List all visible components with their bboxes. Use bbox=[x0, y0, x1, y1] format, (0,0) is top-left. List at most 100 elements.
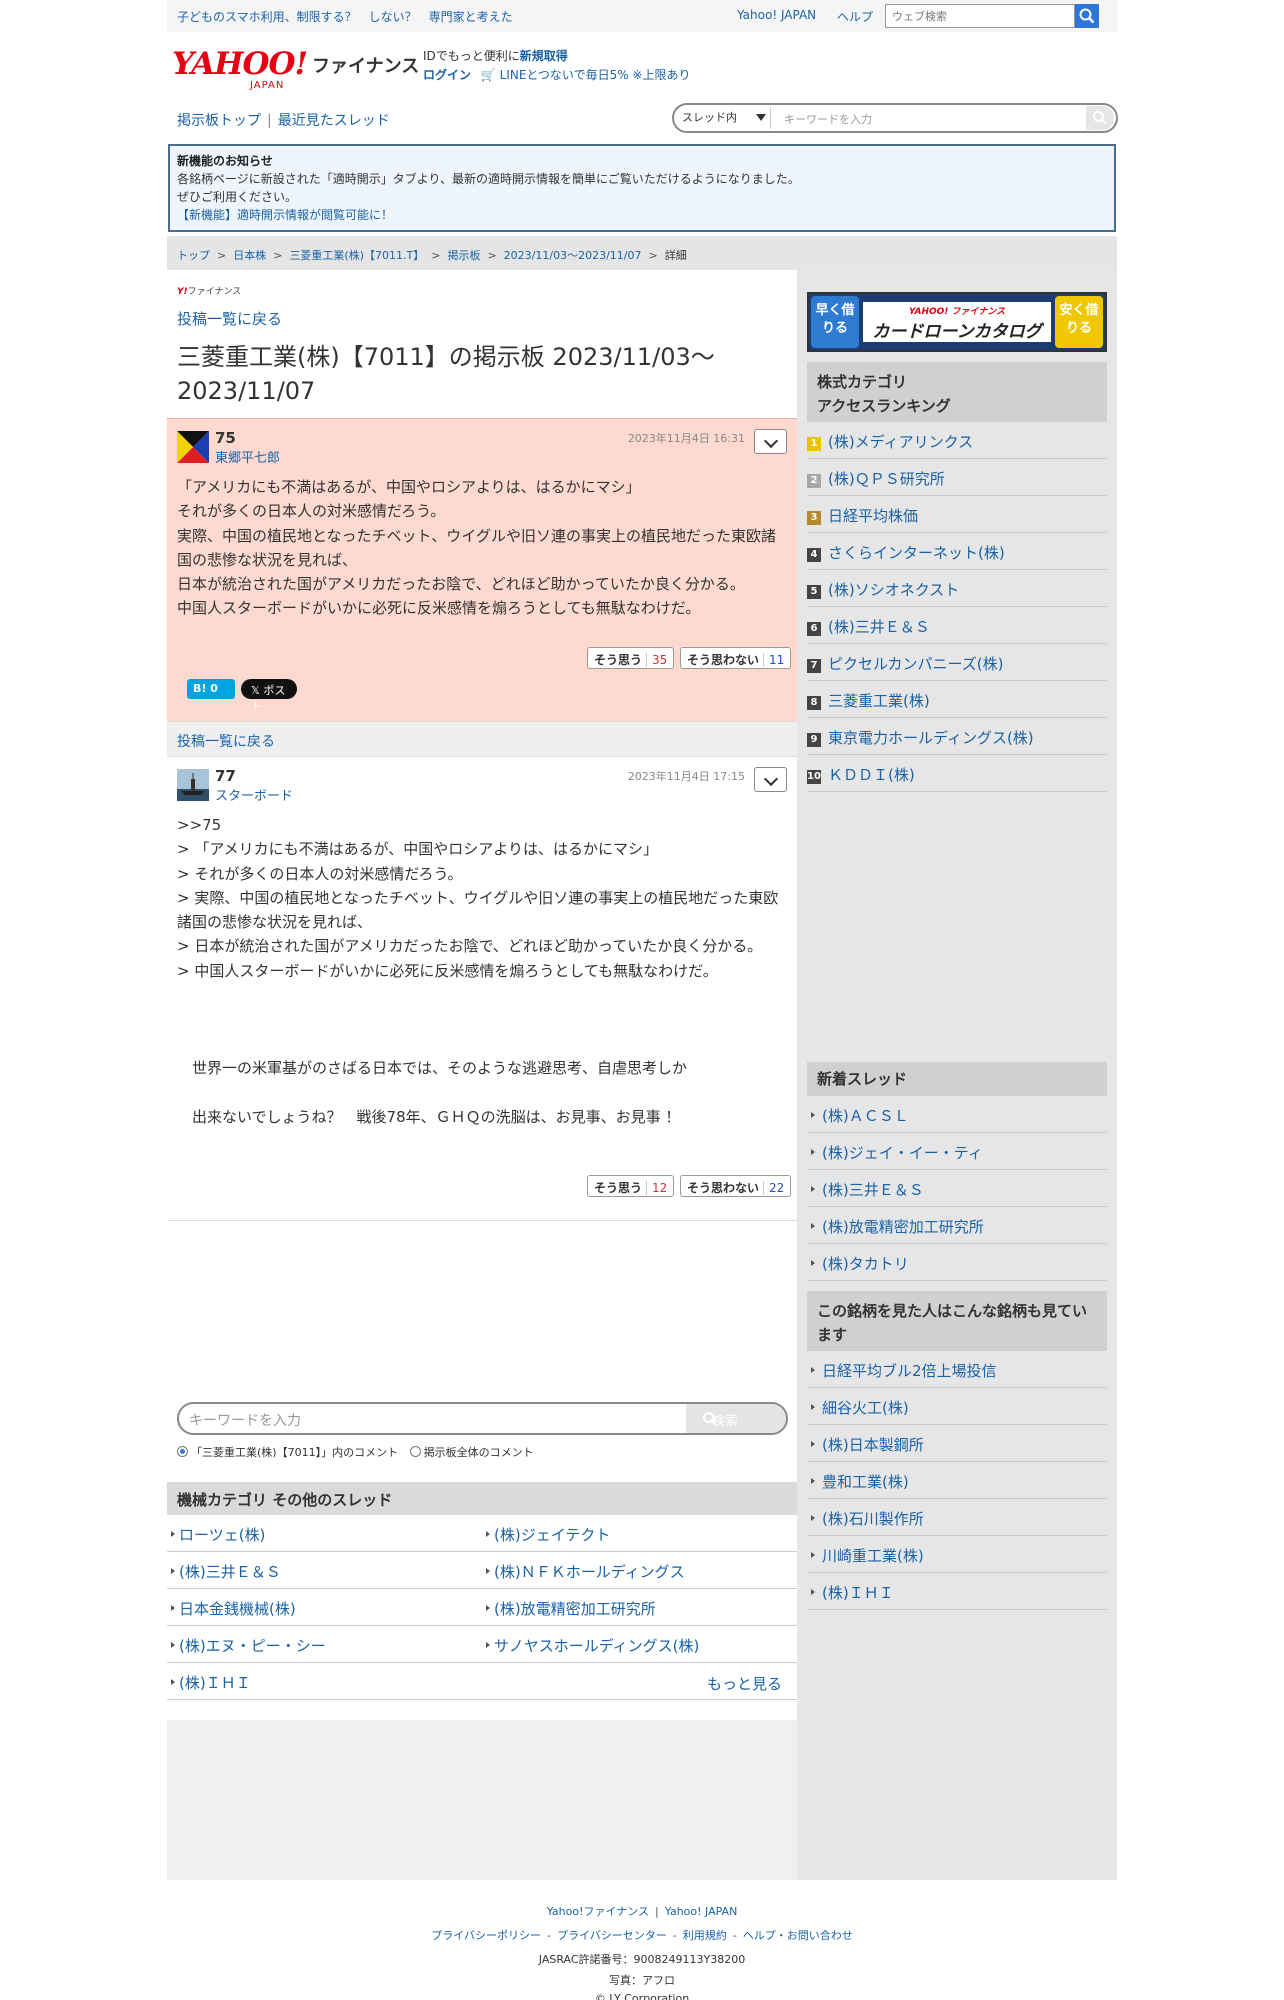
breadcrumb-stock[interactable]: 三菱重工業(株)【7011.T】 bbox=[289, 249, 424, 262]
hatena-bookmark-button[interactable]: B! 0 bbox=[187, 679, 235, 699]
small-logo-text: ファイナンス bbox=[187, 287, 242, 297]
disagree-button[interactable]: そう思わない 11 bbox=[680, 647, 792, 669]
back-to-list-link-2[interactable]: 投稿一覧に戻る bbox=[177, 734, 275, 750]
post-menu-button[interactable] bbox=[754, 767, 787, 792]
ranking-item[interactable]: 1 (株)メディアリンクス bbox=[807, 422, 1107, 459]
new-thread-link[interactable]: (株)タカトリ bbox=[807, 1244, 1107, 1281]
yahoo-finance-logo[interactable]: YAHOO! JAPAN ファイナンス bbox=[172, 46, 419, 91]
breadcrumb-top[interactable]: トップ bbox=[177, 249, 210, 262]
rank-number: 9 bbox=[807, 733, 821, 747]
thread-search-input[interactable]: キーワードを入力 bbox=[784, 111, 872, 127]
post-user[interactable]: 東郷平七郎 bbox=[215, 447, 280, 466]
ranking-item[interactable]: 10 ＫＤＤＩ(株) bbox=[807, 755, 1107, 792]
also-viewed-link[interactable]: (株)日本製鋼所 bbox=[807, 1425, 1107, 1462]
rank-number: 1 bbox=[807, 437, 821, 451]
other-thread-link[interactable]: (株)ＮＦＫホールディングス bbox=[482, 1552, 797, 1589]
help-link[interactable]: ヘルプ bbox=[837, 8, 873, 25]
more-link[interactable]: もっと見る bbox=[707, 1673, 782, 1694]
other-thread-link[interactable]: 日本金銭機械(株) bbox=[167, 1589, 482, 1626]
chevron-down-icon bbox=[756, 114, 766, 121]
search-scope-select[interactable]: スレッド内 bbox=[682, 109, 737, 125]
also-viewed-link[interactable]: 日経平均ブル2倍上場投信 bbox=[807, 1351, 1107, 1388]
page-title: 三菱重工業(株)【7011】の掲示板 2023/11/03〜2023/11/07 bbox=[177, 343, 715, 405]
ranking-item[interactable]: 7 ピクセルカンパニーズ(株) bbox=[807, 644, 1107, 681]
ranking-item[interactable]: 6 (株)三井Ｅ＆Ｓ bbox=[807, 607, 1107, 644]
board-top-link[interactable]: 掲示板トップ bbox=[177, 113, 261, 129]
breadcrumb-board[interactable]: 掲示板 bbox=[447, 249, 480, 262]
promo-link[interactable]: 子どものスマホ利用、制限する？ しない？ 専門家と考えた bbox=[177, 8, 513, 25]
post-menu-button[interactable] bbox=[754, 429, 787, 454]
ranking-item[interactable]: 8 三菱重工業(株) bbox=[807, 681, 1107, 718]
radio-all-boards[interactable] bbox=[409, 1446, 421, 1457]
ranking-item[interactable]: 3 日経平均株価 bbox=[807, 496, 1107, 533]
ranking-title-1: 株式カテゴリ bbox=[817, 373, 908, 391]
footer-help-link[interactable]: ヘルプ・お問い合わせ bbox=[743, 1929, 853, 1942]
breadcrumb-jp-stocks[interactable]: 日本株 bbox=[233, 249, 266, 262]
comment-search-button[interactable]: 検索 bbox=[686, 1404, 786, 1433]
other-thread-link[interactable]: (株)三井Ｅ＆Ｓ bbox=[167, 1552, 482, 1589]
agree-label: そう思う bbox=[594, 653, 643, 667]
top-bar: 子どものスマホ利用、制限する？ しない？ 専門家と考えた Yahoo! JAPA… bbox=[167, 0, 1117, 32]
radio-this-stock[interactable] bbox=[177, 1446, 188, 1457]
avatar bbox=[177, 431, 209, 463]
ranking-item[interactable]: 5 (株)ソシオネクスト bbox=[807, 570, 1107, 607]
footer-jasrac: JASRAC許諾番号：9008249113Y38200 bbox=[538, 1953, 746, 1966]
post-number[interactable]: 77 bbox=[215, 767, 236, 785]
footer-privacy-center-link[interactable]: プライバシーセンター bbox=[557, 1929, 667, 1942]
recent-threads-link[interactable]: 最近見たスレッド bbox=[278, 113, 390, 129]
other-thread-link[interactable]: ローツェ(株) bbox=[167, 1515, 482, 1552]
rank-number: 7 bbox=[807, 659, 821, 673]
main-bottom-filler bbox=[167, 1720, 797, 1880]
new-thread-link[interactable]: (株)三井Ｅ＆Ｓ bbox=[807, 1170, 1107, 1207]
footer-terms-link[interactable]: 利用規約 bbox=[683, 1929, 727, 1942]
ranking-item[interactable]: 4 さくらインターネット(株) bbox=[807, 533, 1107, 570]
disagree-button[interactable]: そう思わない 22 bbox=[680, 1175, 792, 1197]
also-viewed-link[interactable]: (株)石川製作所 bbox=[807, 1499, 1107, 1536]
post-user[interactable]: スターボード bbox=[215, 785, 293, 804]
footer-privacy-link[interactable]: プライバシーポリシー bbox=[431, 1929, 541, 1942]
also-viewed-link[interactable]: (株)ＩＨＩ bbox=[807, 1573, 1107, 1610]
also-viewed-link[interactable]: 川崎重工業(株) bbox=[807, 1536, 1107, 1573]
back-to-list-link[interactable]: 投稿一覧に戻る bbox=[177, 308, 282, 329]
signup-link[interactable]: 新規取得 bbox=[520, 49, 568, 63]
ad-left-label: 早く借りる bbox=[811, 296, 859, 348]
disagree-count: 11 bbox=[763, 653, 785, 667]
footer-finance-link[interactable]: Yahoo!ファイナンス bbox=[547, 1905, 649, 1918]
footer-sep: - bbox=[547, 1929, 551, 1942]
other-thread-link[interactable]: (株)放電精密加工研究所 bbox=[482, 1589, 797, 1626]
ranking-item[interactable]: 2 (株)ＱＰＳ研究所 bbox=[807, 459, 1107, 496]
radio-all-boards-label[interactable]: 掲示板全体のコメント bbox=[424, 1446, 534, 1459]
other-thread-link[interactable]: (株)ジェイテクト bbox=[482, 1515, 797, 1552]
notice-link[interactable]: 【新機能】適時開示情報が閲覧可能に！ bbox=[177, 208, 393, 222]
new-thread-link[interactable]: (株)ジェイ・イー・ティ bbox=[807, 1133, 1107, 1170]
agree-button[interactable]: そう思う 12 bbox=[587, 1175, 675, 1197]
agree-button[interactable]: そう思う 35 bbox=[587, 647, 675, 669]
also-viewed-link[interactable]: 豊和工業(株) bbox=[807, 1462, 1107, 1499]
web-search-button[interactable] bbox=[1075, 4, 1099, 28]
post-number[interactable]: 75 bbox=[215, 429, 236, 447]
radio-this-stock-label[interactable]: 「三菱重工業(株)【7011】」内のコメント bbox=[191, 1446, 398, 1459]
rank-name: 東京電力ホールディングス(株) bbox=[828, 729, 1034, 747]
thread-search-button[interactable] bbox=[1086, 106, 1114, 130]
other-thread-link[interactable]: サノヤスホールディングス(株) bbox=[482, 1626, 797, 1663]
login-link[interactable]: ログイン bbox=[423, 68, 471, 82]
web-search-input[interactable]: ウェブ検索 bbox=[885, 4, 1075, 28]
ranking-title-2: アクセスランキング bbox=[817, 397, 951, 415]
new-thread-link[interactable]: (株)放電精密加工研究所 bbox=[807, 1207, 1107, 1244]
breadcrumb-period[interactable]: 2023/11/03〜2023/11/07 bbox=[504, 249, 642, 262]
comment-search-input[interactable]: キーワードを入力 bbox=[189, 1410, 301, 1430]
post-date: 2023年11月4日 17:15 bbox=[627, 770, 745, 783]
other-thread-link[interactable]: (株)ＩＨＩ bbox=[167, 1663, 482, 1700]
x-post-button[interactable]: 𝕏 ポスト bbox=[241, 679, 297, 713]
line-promo-link[interactable]: LINEとつないで毎日5% ※上限あり bbox=[500, 68, 691, 82]
logo-japan: JAPAN bbox=[250, 80, 285, 91]
ranking-item[interactable]: 9 東京電力ホールディングス(株) bbox=[807, 718, 1107, 755]
card-loan-ad[interactable]: 早く借りる YAHOO! ファイナンス カードローンカタログ 安く借りる bbox=[807, 292, 1107, 352]
yahoo-japan-link[interactable]: Yahoo! JAPAN bbox=[737, 8, 816, 22]
logo-yahoo: YAHOO! bbox=[172, 46, 308, 82]
footer-yj-link[interactable]: Yahoo! JAPAN bbox=[665, 1905, 738, 1918]
new-thread-link[interactable]: (株)ＡＣＳＬ bbox=[807, 1096, 1107, 1133]
z-flag-icon bbox=[177, 431, 209, 463]
also-viewed-link[interactable]: 細谷火工(株) bbox=[807, 1388, 1107, 1425]
other-thread-link[interactable]: (株)エヌ・ピー・シー bbox=[167, 1626, 482, 1663]
